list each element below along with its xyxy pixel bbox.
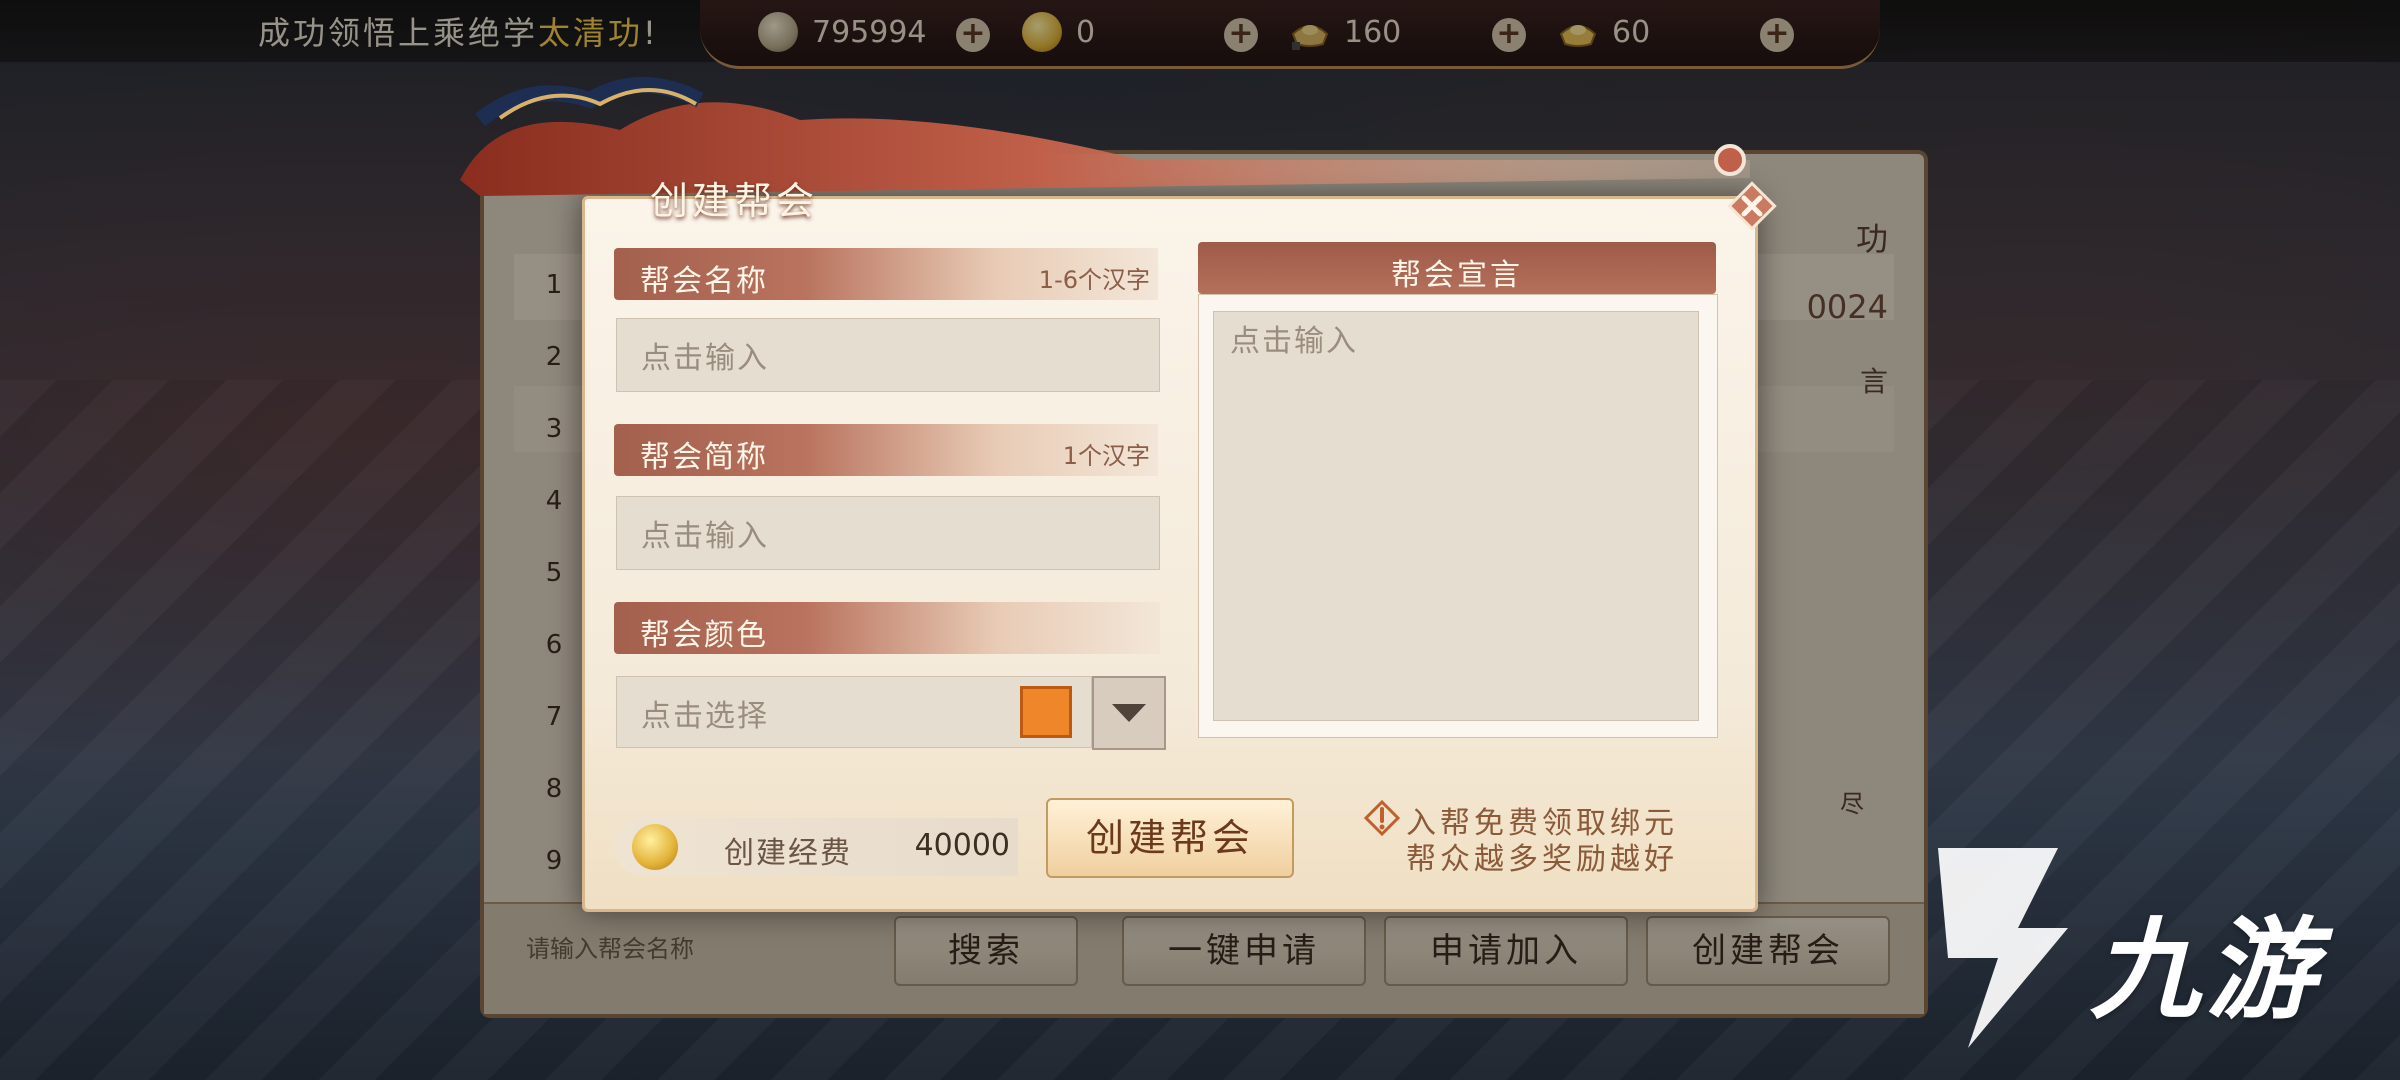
guild-name-placeholder: 点击输入 bbox=[641, 341, 769, 376]
guild-abbr-input[interactable]: 点击输入 bbox=[616, 496, 1160, 570]
guild-color-label-bar: 帮会颜色 bbox=[614, 602, 1160, 654]
creation-cost: 创建经费 40000 bbox=[614, 818, 1018, 876]
dialog-title: 创建帮会 bbox=[650, 179, 819, 223]
chevron-down-icon bbox=[1112, 704, 1146, 722]
color-swatch[interactable] bbox=[1020, 686, 1072, 738]
close-icon[interactable] bbox=[1722, 176, 1782, 236]
declaration-placeholder: 点击输入 bbox=[1230, 324, 1358, 359]
guild-color-label: 帮会颜色 bbox=[640, 618, 768, 653]
guild-name-hint: 1-6个汉字 bbox=[1038, 266, 1150, 294]
gold-coin-icon bbox=[632, 824, 678, 870]
declaration-label-bar: 帮会宣言 bbox=[1198, 242, 1716, 294]
cost-label: 创建经费 bbox=[724, 836, 852, 871]
guild-color-placeholder: 点击选择 bbox=[641, 699, 769, 734]
warning-icon bbox=[1364, 800, 1400, 836]
guild-abbr-placeholder: 点击输入 bbox=[641, 519, 769, 554]
create-guild-button[interactable]: 创建帮会 bbox=[1046, 798, 1294, 878]
declaration-label: 帮会宣言 bbox=[1391, 258, 1523, 293]
guild-name-label-bar: 帮会名称 1-6个汉字 bbox=[614, 248, 1158, 300]
guild-abbr-hint: 1个汉字 bbox=[1062, 442, 1150, 470]
color-dropdown-button[interactable] bbox=[1092, 676, 1166, 750]
guild-name-label: 帮会名称 bbox=[640, 264, 768, 299]
cost-value: 40000 bbox=[914, 828, 1010, 863]
tip-line-2: 帮众越多奖励越好 bbox=[1406, 842, 1678, 877]
guild-name-input[interactable]: 点击输入 bbox=[616, 318, 1160, 392]
declaration-input[interactable]: 点击输入 bbox=[1213, 311, 1699, 721]
watermark-text: 九游 bbox=[2090, 906, 2322, 1034]
guild-abbr-label: 帮会简称 bbox=[640, 440, 768, 475]
declaration-frame: 点击输入 bbox=[1198, 294, 1718, 738]
guild-abbr-label-bar: 帮会简称 1个汉字 bbox=[614, 424, 1158, 476]
